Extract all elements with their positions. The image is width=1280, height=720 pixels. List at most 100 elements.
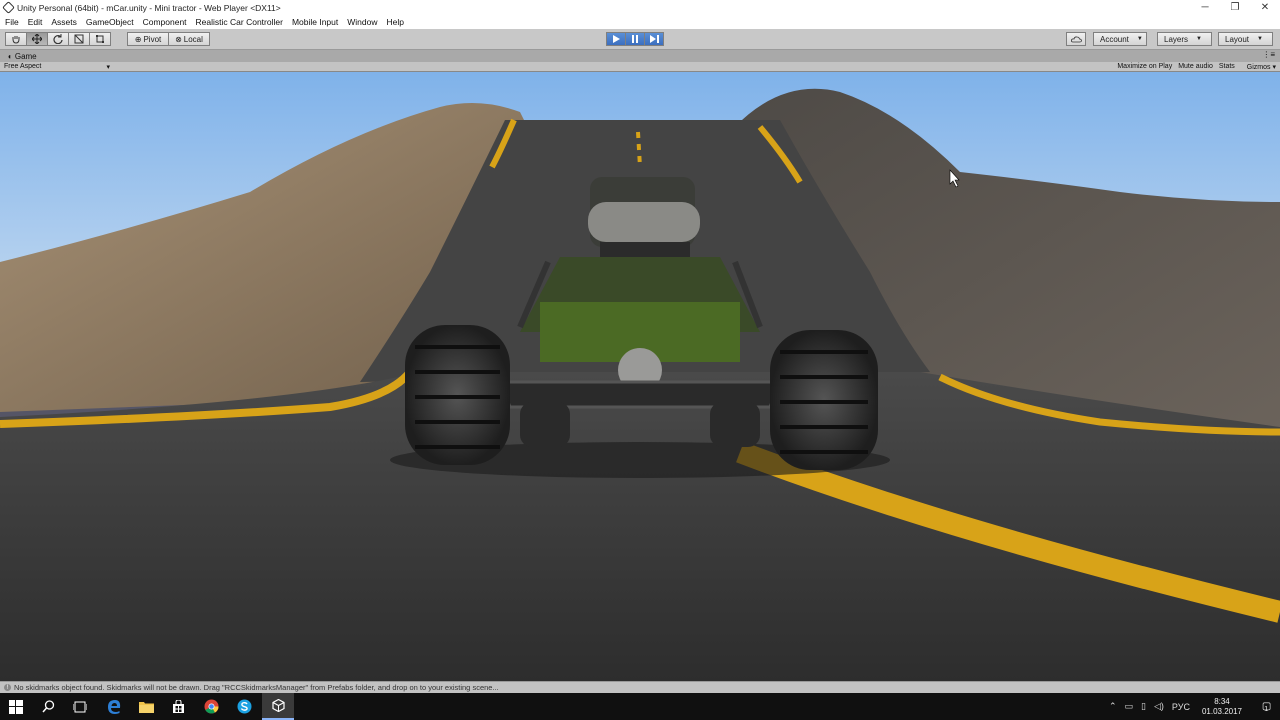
- step-button[interactable]: [644, 32, 664, 46]
- menu-edit[interactable]: Edit: [28, 17, 43, 27]
- menu-component[interactable]: Component: [143, 17, 187, 27]
- aspect-label: Free Aspect: [4, 63, 42, 70]
- hand-icon: [12, 36, 20, 44]
- local-toggle[interactable]: ⊗ Local: [168, 32, 210, 46]
- folder-icon: [138, 701, 154, 713]
- game-view-toggles: Maximize on Play Mute audio Stats Gizmos…: [1111, 63, 1276, 71]
- window-controls: ─ ❐ ✕: [1190, 0, 1280, 15]
- console-message: No skidmarks object found. Skidmarks wil…: [14, 683, 499, 692]
- game-scene: [0, 72, 1280, 681]
- chrome-icon: [204, 699, 218, 714]
- title-bar: Unity Personal (64bit) - mCar.unity - Mi…: [0, 0, 1280, 15]
- task-view-button[interactable]: [64, 693, 96, 720]
- windows-logo-icon: [9, 699, 23, 714]
- menu-file[interactable]: File: [5, 17, 19, 27]
- search-icon: [41, 700, 54, 713]
- game-tab-icon: ◖: [7, 51, 12, 61]
- menu-assets[interactable]: Assets: [51, 17, 77, 27]
- transform-tools: [5, 32, 111, 46]
- rect-transform-icon: [96, 35, 104, 43]
- taskbar-edge[interactable]: [98, 693, 130, 720]
- info-icon: !: [4, 684, 11, 691]
- rect-tool-button[interactable]: [89, 32, 111, 46]
- tab-game[interactable]: Game: [15, 52, 37, 61]
- skype-icon: [237, 699, 251, 714]
- pivot-tools: ⊕ Pivot ⊗ Local: [127, 32, 210, 46]
- chevron-down-icon: ▼: [1257, 36, 1263, 42]
- task-view-icon: [73, 701, 87, 712]
- clock-time: 8:34: [1214, 696, 1230, 706]
- menu-window[interactable]: Window: [347, 17, 377, 27]
- notification-center-button[interactable]: ▢ 1: [1250, 693, 1280, 720]
- hand-tool-button[interactable]: [5, 32, 27, 46]
- layout-dropdown[interactable]: Layout ▼: [1218, 32, 1273, 46]
- edge-icon: [108, 699, 121, 714]
- cloud-icon: [1070, 36, 1082, 42]
- console-status-bar[interactable]: ! No skidmarks object found. Skidmarks w…: [0, 681, 1280, 693]
- menu-mobile-input[interactable]: Mobile Input: [292, 17, 338, 27]
- step-icon: [649, 35, 659, 43]
- scale-tool-button[interactable]: [68, 32, 90, 46]
- menu-bar: File Edit Assets GameObject Component Re…: [0, 15, 1280, 29]
- menu-help[interactable]: Help: [386, 17, 403, 27]
- toolbar: ⊕ Pivot ⊗ Local Account ▼ Layers ▼ Layou…: [0, 29, 1280, 50]
- search-button[interactable]: [32, 693, 64, 720]
- clock[interactable]: 8:34 01.03.2017: [1202, 697, 1242, 717]
- account-label: Account: [1100, 34, 1129, 44]
- store-icon: [172, 700, 184, 713]
- left-front-tire: [405, 325, 510, 465]
- chevron-down-icon: ▼: [1196, 36, 1202, 42]
- taskbar-unity[interactable]: [262, 693, 294, 720]
- chevron-down-icon: ▾: [106, 64, 110, 71]
- move-tool-button[interactable]: [26, 32, 48, 46]
- right-front-tire: [770, 330, 878, 470]
- chevron-up-icon[interactable]: ⌃: [1109, 701, 1117, 712]
- notification-count: 1: [1264, 706, 1269, 713]
- taskbar-store[interactable]: [162, 693, 194, 720]
- layers-dropdown[interactable]: Layers ▼: [1157, 32, 1212, 46]
- account-dropdown[interactable]: Account ▼: [1093, 32, 1147, 46]
- taskbar-skype[interactable]: [228, 693, 260, 720]
- network-icon[interactable]: ▭: [1125, 701, 1134, 712]
- layout-label: Layout: [1225, 34, 1250, 44]
- minimize-button[interactable]: ─: [1190, 0, 1220, 15]
- stats-toggle[interactable]: Stats: [1219, 63, 1235, 71]
- windows-taskbar: ⌃ ▭ ▯ ◁) РУС 8:34 01.03.2017 ▢ 1: [0, 693, 1280, 720]
- game-tab-bar: ◖ Game ⋮≡: [0, 50, 1280, 62]
- gizmos-dropdown[interactable]: Gizmos ▾: [1241, 63, 1276, 71]
- scale-icon: [74, 34, 84, 44]
- battery-icon[interactable]: ▯: [1141, 701, 1146, 712]
- clock-date: 01.03.2017: [1201, 706, 1242, 716]
- taskbar-file-explorer[interactable]: [130, 693, 162, 720]
- layers-label: Layers: [1164, 34, 1189, 44]
- maximize-on-play-toggle[interactable]: Maximize on Play: [1117, 63, 1172, 71]
- volume-icon[interactable]: ◁): [1154, 701, 1164, 712]
- move-icon: [32, 34, 42, 44]
- pause-button[interactable]: [625, 32, 645, 46]
- pivot-toggle[interactable]: ⊕ Pivot: [127, 32, 169, 46]
- menu-realistic-car-controller[interactable]: Realistic Car Controller: [196, 17, 283, 27]
- play-button[interactable]: [606, 32, 626, 46]
- pause-icon: [632, 35, 638, 43]
- gizmos-label: Gizmos: [1246, 64, 1271, 71]
- close-button[interactable]: ✕: [1250, 0, 1280, 15]
- aspect-dropdown[interactable]: Free Aspect ▾: [4, 63, 110, 71]
- game-viewport[interactable]: [0, 72, 1280, 681]
- window-title: Unity Personal (64bit) - mCar.unity - Mi…: [17, 2, 281, 13]
- mute-audio-toggle[interactable]: Mute audio: [1178, 63, 1213, 71]
- unity-icon: [271, 699, 285, 712]
- maximize-button[interactable]: ❐: [1220, 0, 1250, 15]
- local-label: Local: [183, 34, 203, 44]
- language-indicator[interactable]: РУС: [1172, 702, 1190, 712]
- tab-menu-icon[interactable]: ⋮≡: [1262, 50, 1275, 59]
- playback-controls: [606, 32, 664, 46]
- cloud-button[interactable]: [1066, 32, 1086, 46]
- local-icon: ⊗: [175, 34, 182, 44]
- play-icon: [613, 35, 620, 43]
- unity-logo-icon: [2, 1, 15, 14]
- rotate-tool-button[interactable]: [47, 32, 69, 46]
- start-button[interactable]: [0, 693, 32, 720]
- taskbar-chrome[interactable]: [195, 693, 227, 720]
- menu-gameobject[interactable]: GameObject: [86, 17, 134, 27]
- game-view-controls: Free Aspect ▾ Maximize on Play Mute audi…: [0, 62, 1280, 72]
